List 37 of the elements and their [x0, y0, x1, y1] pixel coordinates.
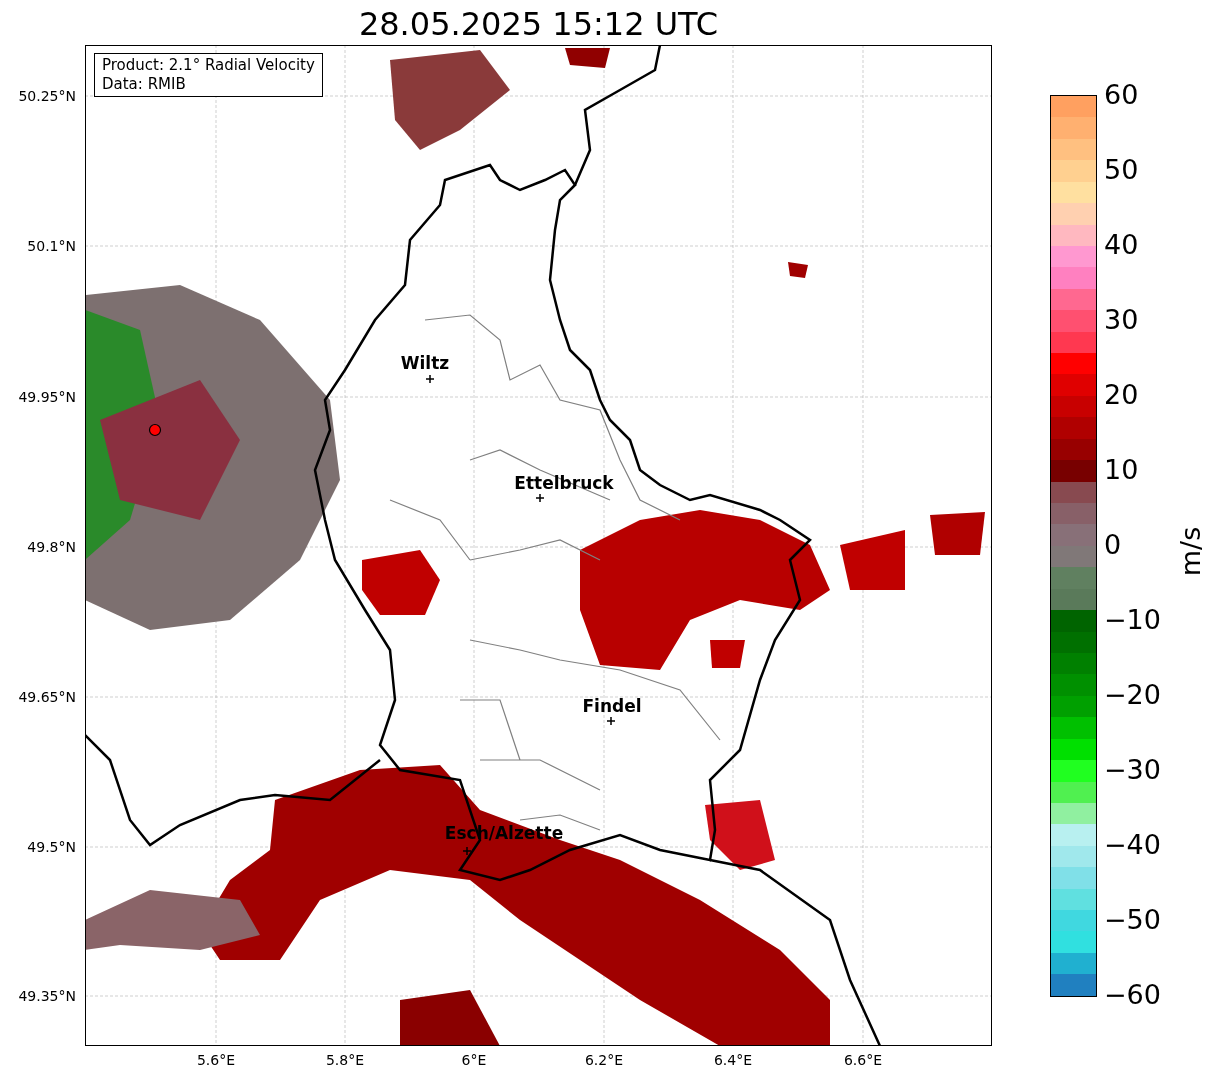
colorbar-tick-label: −30 — [1104, 755, 1161, 785]
latitude-label: 50.25°N — [18, 88, 76, 104]
colorbar-tick-label: −20 — [1104, 680, 1161, 710]
colorbar-tick-label: −60 — [1104, 980, 1161, 1010]
colorbar-tick-label: −10 — [1104, 605, 1161, 635]
latitude-label: 50.1°N — [27, 238, 76, 254]
city-label: Ettelbruck — [514, 473, 614, 493]
longitude-label: 6.2°E — [584, 1052, 624, 1068]
city-marker-icon — [536, 494, 544, 502]
colorbar-tick-label: −50 — [1104, 905, 1161, 935]
colorbar-unit-label: m/s — [1175, 526, 1207, 577]
longitude-label: 6.4°E — [713, 1052, 753, 1068]
city-label: Wiltz — [400, 353, 450, 373]
colorbar-tick-label: 50 — [1104, 155, 1139, 185]
colorbar-tick-label: 30 — [1104, 305, 1139, 335]
city-marker-icon — [607, 717, 615, 725]
colorbar-tick-label: 0 — [1104, 530, 1122, 560]
latitude-label: 49.8°N — [27, 539, 76, 555]
city-marker-icon — [426, 375, 434, 383]
longitude-label: 6°E — [461, 1052, 487, 1068]
longitude-label: 6.6°E — [843, 1052, 883, 1068]
colorbar-tick-label: 60 — [1104, 80, 1139, 110]
longitude-label: 5.6°E — [196, 1052, 236, 1068]
chart-title: 28.05.2025 15:12 UTC — [357, 4, 720, 44]
city-label: Findel — [582, 696, 642, 716]
latitude-label: 49.95°N — [18, 389, 76, 405]
colorbar-tick-label: −40 — [1104, 830, 1161, 860]
city-marker-icon — [463, 847, 471, 855]
colorbar-tick-label: 20 — [1104, 380, 1139, 410]
product-text: Product: 2.1° Radial Velocity — [102, 56, 315, 75]
latitude-label: 49.65°N — [18, 689, 76, 705]
latitude-label: 49.35°N — [18, 988, 76, 1004]
data-source-text: Data: RMIB — [102, 75, 187, 94]
colorbar-tick-label: 40 — [1104, 230, 1139, 260]
colorbar-tick-label: 10 — [1104, 455, 1139, 485]
latitude-label: 49.5°N — [27, 839, 76, 855]
longitude-label: 5.8°E — [325, 1052, 365, 1068]
